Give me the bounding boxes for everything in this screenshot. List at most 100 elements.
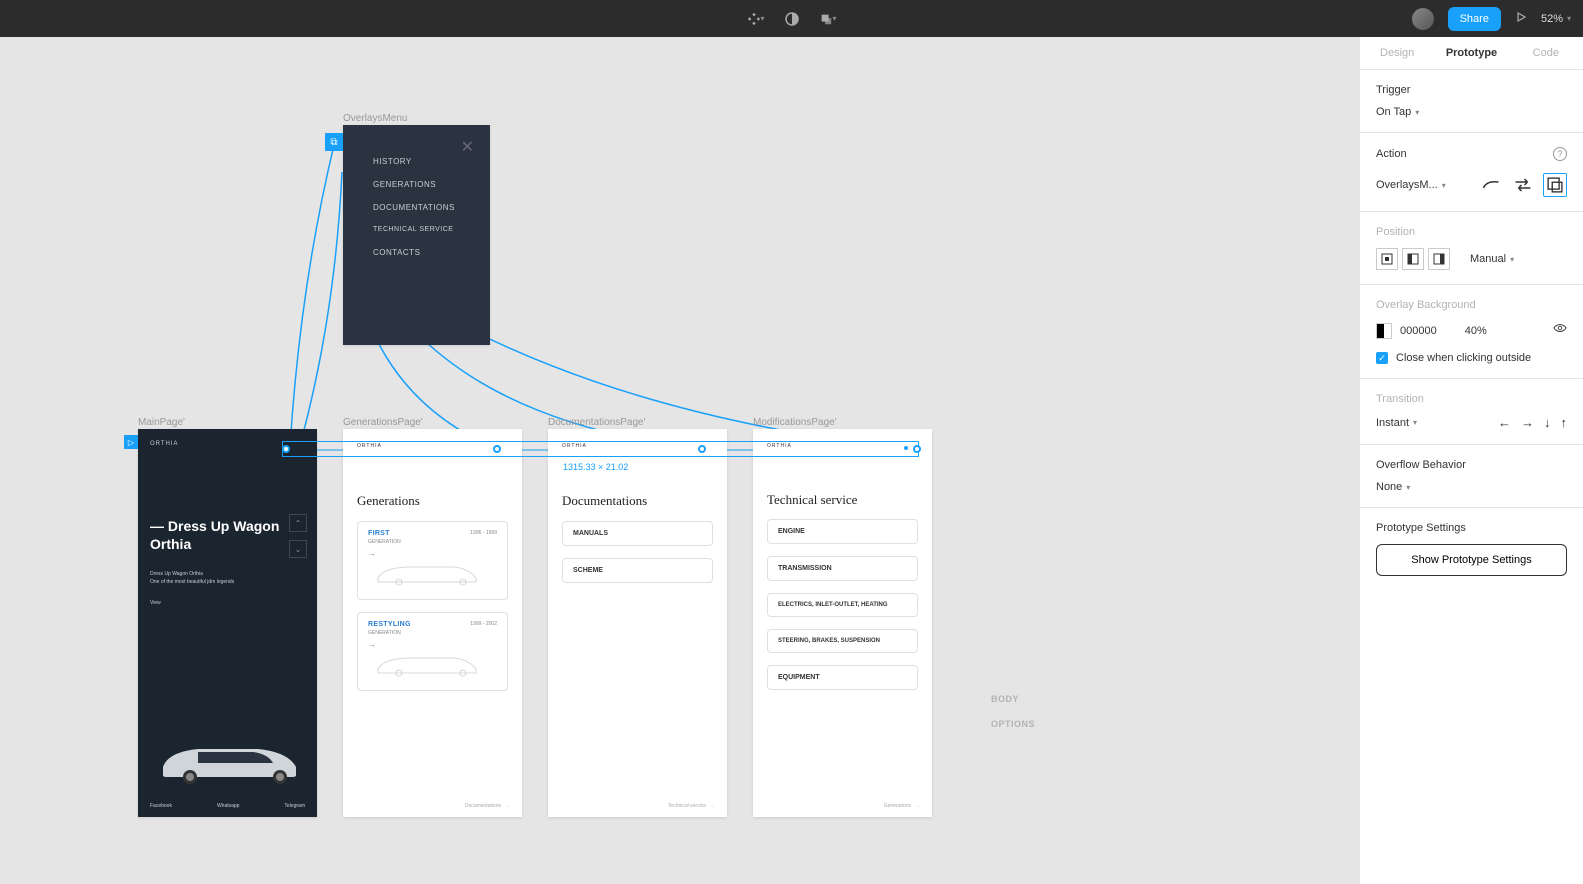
frame-label[interactable]: OverlaysMenu bbox=[343, 113, 407, 124]
footer-link[interactable]: Facebook bbox=[150, 803, 172, 809]
direction-right-icon[interactable]: → bbox=[1521, 415, 1534, 430]
play-icon[interactable] bbox=[1515, 10, 1527, 28]
connection-node[interactable] bbox=[698, 445, 706, 453]
menu-item[interactable]: DOCUMENTATIONS bbox=[373, 203, 460, 212]
close-icon[interactable]: ✕ bbox=[461, 137, 474, 157]
menu-item[interactable]: HISTORY bbox=[373, 157, 460, 166]
card-title: ELECTRICS, INLET-OUTLET, HEATING bbox=[778, 602, 907, 608]
tech-card[interactable]: STEERING, BRAKES, SUSPENSION bbox=[767, 629, 918, 653]
subtitle: One of the most beautiful jdm legends bbox=[150, 579, 305, 587]
chevron-down-icon[interactable]: ⌄ bbox=[289, 540, 307, 558]
navigate-icon[interactable] bbox=[1479, 173, 1503, 197]
arrow-icon: → bbox=[368, 640, 497, 649]
float-label: BODY bbox=[991, 694, 1019, 704]
doc-card[interactable]: MANUALS bbox=[562, 521, 713, 546]
selection-dimensions: 1315.33 × 21.02 bbox=[563, 462, 628, 472]
mask-icon[interactable] bbox=[783, 10, 801, 28]
frame-label[interactable]: ModificationsPage' bbox=[753, 417, 837, 428]
float-label: OPTIONS bbox=[991, 719, 1035, 729]
proto-settings-label: Prototype Settings bbox=[1376, 522, 1567, 534]
mainpage-artboard[interactable]: ▷ ORTHIA ⌃ ⌄ — Dress Up Wagon Orthia Dre… bbox=[138, 429, 317, 817]
zoom-dropdown[interactable]: 52%▾ bbox=[1541, 13, 1571, 25]
car-outline-icon bbox=[368, 649, 488, 677]
page-title: Generations bbox=[357, 493, 508, 509]
visibility-icon[interactable] bbox=[1553, 321, 1567, 340]
component-icon[interactable]: ▾ bbox=[747, 10, 765, 28]
direction-down-icon[interactable]: ↓ bbox=[1544, 415, 1551, 430]
color-opacity[interactable]: 40% bbox=[1465, 325, 1487, 337]
canvas[interactable]: OverlaysMenu ⧉ ✕ HISTORY GENERATIONS DOC… bbox=[0, 37, 1359, 884]
action-target-dropdown[interactable]: OverlaysM...▾ bbox=[1376, 179, 1446, 191]
avatar[interactable] bbox=[1412, 8, 1434, 30]
properties-sidebar: Design Prototype Code Trigger On Tap▾ Ac… bbox=[1359, 37, 1583, 884]
show-prototype-settings-button[interactable]: Show Prototype Settings bbox=[1376, 544, 1567, 576]
footer-link[interactable]: Telegram bbox=[284, 803, 305, 809]
play-badge-icon[interactable]: ▷ bbox=[124, 435, 138, 449]
close-outside-label: Close when clicking outside bbox=[1396, 352, 1531, 364]
overlay-icon[interactable] bbox=[1543, 173, 1567, 197]
overlays-menu-artboard[interactable]: ⧉ ✕ HISTORY GENERATIONS DOCUMENTATIONS T… bbox=[343, 125, 490, 345]
generation-card[interactable]: FIRST GENERATION 1996 - 1999 → bbox=[357, 521, 508, 600]
zoom-value: 52% bbox=[1541, 13, 1563, 25]
tab-prototype[interactable]: Prototype bbox=[1434, 37, 1508, 69]
selection-rect bbox=[282, 441, 919, 457]
overlay-bg-label: Overlay Background bbox=[1376, 299, 1567, 311]
footer-nav[interactable]: Technical service bbox=[668, 803, 706, 809]
generations-artboard[interactable]: ORTHIA Generations FIRST GENERATION 1996… bbox=[343, 429, 522, 817]
card-title: SCHEME bbox=[573, 567, 702, 574]
connection-node[interactable] bbox=[282, 445, 290, 453]
modifications-artboard[interactable]: ORTHIA Technical service ENGINE TRANSMIS… bbox=[753, 429, 932, 817]
tab-design[interactable]: Design bbox=[1360, 37, 1434, 69]
footer-link[interactable]: Whatsapp bbox=[217, 803, 240, 809]
overflow-dropdown[interactable]: None▾ bbox=[1376, 481, 1567, 493]
position-left-icon[interactable] bbox=[1402, 248, 1424, 270]
connection-node[interactable] bbox=[493, 445, 501, 453]
card-title: EQUIPMENT bbox=[778, 674, 907, 681]
union-icon[interactable]: ▾ bbox=[819, 10, 837, 28]
close-outside-checkbox[interactable]: ✓ bbox=[1376, 352, 1388, 364]
position-center-icon[interactable] bbox=[1376, 248, 1398, 270]
color-hex[interactable]: 000000 bbox=[1400, 325, 1437, 337]
color-swatch[interactable] bbox=[1376, 323, 1392, 339]
card-title: ENGINE bbox=[778, 528, 907, 535]
car-illustration bbox=[148, 727, 308, 787]
card-years: 1996 - 1999 bbox=[470, 530, 497, 536]
menu-item[interactable]: CONTACTS bbox=[373, 248, 460, 257]
menu-item[interactable]: TECHNICAL SERVICE bbox=[373, 226, 460, 234]
tab-code[interactable]: Code bbox=[1509, 37, 1583, 69]
documentations-artboard[interactable]: ORTHIA Documentations MANUALS SCHEME Tec… bbox=[548, 429, 727, 817]
tech-card[interactable]: EQUIPMENT bbox=[767, 665, 918, 690]
card-title: TRANSMISSION bbox=[778, 565, 907, 572]
tech-card[interactable]: TRANSMISSION bbox=[767, 556, 918, 581]
tech-card[interactable]: ELECTRICS, INLET-OUTLET, HEATING bbox=[767, 593, 918, 617]
card-years: 1999 - 2002 bbox=[470, 621, 497, 627]
connection-node[interactable] bbox=[903, 445, 909, 451]
share-button[interactable]: Share bbox=[1448, 7, 1501, 31]
page-title: Documentations bbox=[562, 493, 713, 509]
connection-node[interactable] bbox=[913, 445, 921, 453]
view-link[interactable]: View bbox=[150, 600, 305, 606]
card-title: STEERING, BRAKES, SUSPENSION bbox=[778, 638, 907, 644]
page-title: Technical service bbox=[767, 493, 918, 507]
direction-up-icon[interactable]: ↑ bbox=[1561, 415, 1568, 430]
arrow-icon: → bbox=[368, 549, 497, 558]
position-label: Position bbox=[1376, 226, 1567, 238]
footer-nav[interactable]: Documentations bbox=[465, 803, 501, 809]
position-mode-dropdown[interactable]: Manual▾ bbox=[1470, 253, 1514, 265]
swap-icon[interactable] bbox=[1511, 173, 1535, 197]
transition-dropdown[interactable]: Instant▾ bbox=[1376, 417, 1417, 429]
position-right-icon[interactable] bbox=[1428, 248, 1450, 270]
frame-label[interactable]: GenerationsPage' bbox=[343, 417, 423, 428]
doc-card[interactable]: SCHEME bbox=[562, 558, 713, 583]
tech-card[interactable]: ENGINE bbox=[767, 519, 918, 544]
footer-nav[interactable]: Generations bbox=[884, 803, 911, 809]
info-icon[interactable]: ? bbox=[1553, 147, 1567, 161]
frame-label[interactable]: MainPage' bbox=[138, 417, 185, 428]
generation-card[interactable]: RESTYLING GENERATION 1999 - 2002 → bbox=[357, 612, 508, 691]
trigger-dropdown[interactable]: On Tap▾ bbox=[1376, 106, 1567, 118]
menu-item[interactable]: GENERATIONS bbox=[373, 180, 460, 189]
direction-left-icon[interactable]: ← bbox=[1498, 415, 1511, 430]
chevron-up-icon[interactable]: ⌃ bbox=[289, 514, 307, 532]
frame-label[interactable]: DocumentationsPage' bbox=[548, 417, 646, 428]
trigger-label: Trigger bbox=[1376, 84, 1567, 96]
